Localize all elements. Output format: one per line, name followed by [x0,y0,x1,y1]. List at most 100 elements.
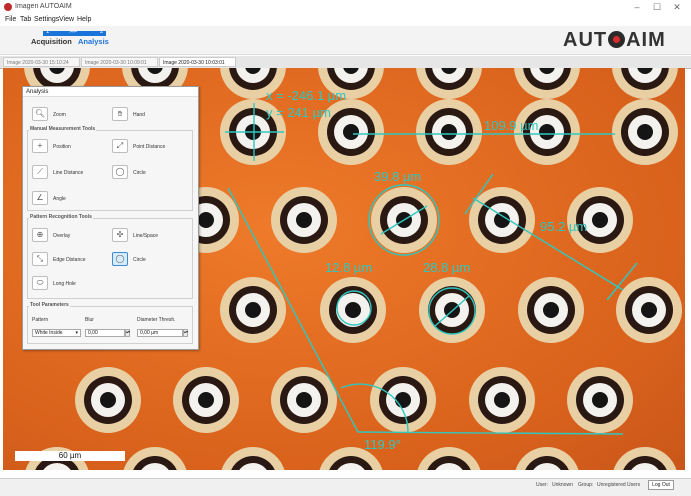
logo-text-left: AUT [563,29,608,51]
angle-label: 119.9° [364,437,401,452]
menu-settings[interactable]: Settings [34,16,59,23]
step-acquisition[interactable]: Acquisition [31,37,72,46]
long-hole-icon: ⬭ [36,278,44,287]
line-space-label: Line/Space [133,233,159,239]
logout-button[interactable]: Log Out [648,480,674,490]
coord-x-label: x = -246.1 µm [266,88,346,103]
overlay-button[interactable]: ⊕ [32,228,48,242]
blur-stepper[interactable]: ▴▾ [125,329,130,337]
step-1-number: 1 [46,29,50,35]
line-distance-label: 95.2 µm [540,219,587,234]
step-analysis[interactable]: Analysis [78,37,109,46]
line-distance-tool-label: Line Distance [53,170,84,176]
angle-arc [340,383,409,433]
maximize-icon[interactable]: ☐ [648,2,666,13]
menu-view[interactable]: View [59,16,74,23]
circle-icon: ◯ [115,167,125,176]
menu-tab[interactable]: Tab [20,16,31,23]
diameter-line [380,205,428,235]
circle-diameter-label: 28.8 µm [423,260,470,275]
manual-section-title: Manual Measurement Tools [29,126,97,132]
diameter-label: 39.8 µm [374,169,421,184]
edge-distance-icon: ⤡ [36,254,44,263]
hand-label: Hand [133,112,145,118]
point-distance-label: Point Distance [133,144,166,150]
angle-button[interactable]: ∠ [32,191,48,205]
line-space-button[interactable]: ✣ [112,228,128,242]
tab-image-1[interactable]: Image 2020-03-30 15:10:24✕ [3,57,80,76]
menu-help[interactable]: Help [77,16,91,23]
scale-bar-label: 60 µm [58,451,82,460]
angle-icon: ∠ [36,193,44,202]
hand-button[interactable]: ✋︎ [112,107,128,121]
autoaim-logo: AUT AIM [563,29,666,52]
position-label: Position [53,144,71,150]
circle-button[interactable]: ◯ [112,165,128,179]
zoom-button[interactable]: 🔍︎ [32,107,48,121]
edge-distance-label: Edge Distance [53,257,86,263]
blur-param-label: Blur [85,317,94,323]
edge-distance-button[interactable]: ⤡ [32,252,48,266]
close-icon[interactable]: ✕ [668,2,686,13]
step-2-number: 2 [100,29,104,35]
zoom-label: Zoom [53,112,66,118]
line-distance-button[interactable]: ⟋ [32,165,48,179]
step-arrows: >>> [69,29,77,35]
chevron-down-icon: ▾ [75,330,78,336]
menu-bar [0,15,691,25]
tab-image-3[interactable]: Image 2020-03-30 10:03:01✕ [159,57,236,77]
magnifier-icon: 🔍︎ [34,109,46,118]
pattern-param-label: Pattern [32,317,49,323]
group-label: Group: [578,482,594,488]
position-button[interactable]: + [32,139,48,153]
logo-text-right: AIM [626,29,666,51]
angle-arm [357,431,624,435]
params-section-title: Tool Parameters [29,302,70,308]
pattern-circle-button[interactable]: ◯ [112,252,128,266]
overlay-label: Overlay [53,233,71,239]
point-distance-icon: ⤢ [116,141,124,150]
diameter-line [434,295,470,327]
diameter-input-value: 0,00 µm [140,330,159,336]
hand-icon: ✋︎ [117,109,123,118]
pattern-select-value: White Inside [35,330,63,336]
diameter-input[interactable]: 0,00 µm [137,329,183,337]
edge-circle [336,290,372,326]
app-logo-icon [4,3,12,11]
line-distance [472,197,624,291]
pattern-circle-label: Circle [133,257,146,263]
angle-tool-label: Angle [53,196,66,202]
analysis-panel: Analysis 🔍︎ Zoom ✋︎ Hand Manual Measurem… [22,86,199,350]
distance-label: 109.9 µm [484,118,538,133]
manual-tools-section [27,130,193,211]
tool-parameters-section [27,306,193,344]
pattern-select[interactable]: White Inside ▾ [32,329,81,337]
coord-y-label: y = 241 µm [266,105,331,120]
user-value: Unknown [552,482,573,488]
long-hole-button[interactable]: ⬭ [32,276,48,290]
tab-image-2[interactable]: Image 2020-03-30 10:09:01✕ [81,57,158,76]
overlay-icon: ⊕ [36,230,44,239]
line-distance-tick [606,262,638,301]
point-distance-button[interactable]: ⤢ [112,139,128,153]
blur-input[interactable]: 0,00 [85,329,125,337]
logo-target-icon [608,31,626,48]
angle-arm [227,187,359,433]
tab-label: Image 2020-03-30 15:10:24 [7,60,69,66]
long-hole-label: Long Hole [53,281,76,287]
circle-tool-label: Circle [133,170,146,176]
minimize-icon[interactable]: – [628,2,646,13]
group-value: Unregistered Users [597,482,641,488]
pattern-section-title: Pattern Recognition Tools [29,214,93,220]
crosshair-icon: + [37,141,43,150]
diameter-stepper[interactable]: ▴▾ [183,329,188,337]
tab-label: Image 2020-03-30 10:03:01 [163,60,225,66]
panel-title: Analysis [23,87,198,97]
circle-icon: ◯ [115,254,125,263]
line-space-icon: ✣ [116,230,124,239]
edge-distance-label: 12.8 µm [325,260,372,275]
window-title: Imagen AUTOAIM [15,3,72,10]
line-distance-icon: ⟋ [37,167,43,176]
diameter-param-label: Diameter Thresh. [137,317,176,323]
menu-file[interactable]: File [5,16,16,23]
